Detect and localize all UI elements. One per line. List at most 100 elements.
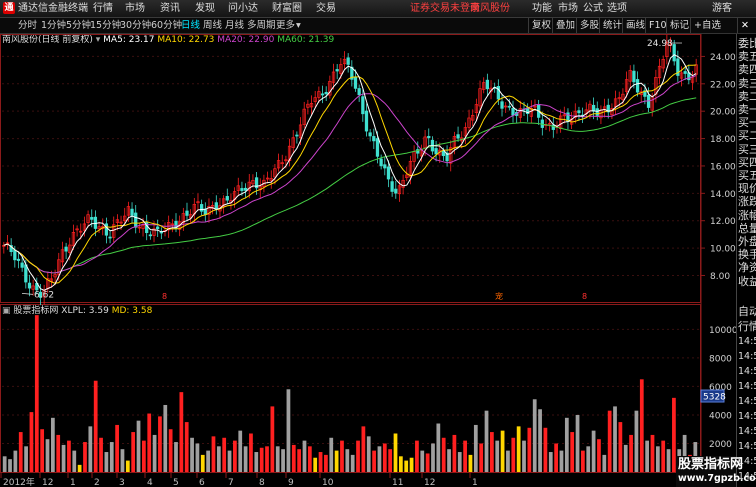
quote-field-label: 现价 [738,182,756,196]
volume-bar [543,427,548,472]
tick-header-label[interactable]: 行情 [738,320,756,333]
period-tab-monthly[interactable]: 月线 [225,19,244,32]
event-marker: 宠 [495,291,503,301]
volume-tick-label: 4000 [709,411,732,421]
menu-discover[interactable]: 发现 [195,2,215,15]
volume-bar [522,440,526,472]
candle-body [16,258,21,261]
low-price-pointer [21,293,34,295]
volume-bar [125,460,130,472]
volume-bar [259,447,264,472]
volume-bar [179,392,184,472]
menu-wealth-circle[interactable]: 财富圈 [272,2,302,15]
volume-bar [88,426,93,472]
candle-body [456,134,460,139]
volume-bar [393,433,398,472]
volume-axis: 1000080006000400020005328 [700,326,736,450]
volume-bar [516,426,521,472]
volume-bar [136,420,141,472]
period-tab-1min[interactable]: 1分钟 [41,19,66,32]
volume-bar [645,440,650,472]
period-tab-30min[interactable]: 30分钟 [120,19,151,32]
candle-body [635,79,640,93]
volume-bar [655,446,660,472]
volume-bar [398,456,403,472]
menu-news[interactable]: 资讯 [160,2,180,15]
volume-bar [479,443,484,472]
volume-bar [468,454,473,472]
period-tab-daily[interactable]: 日线 [181,19,200,32]
kline-chart[interactable]: 24.986.62 8 宠 8 24.0022.0020.0018.0016.0014… [0,34,736,487]
period-tab-15min[interactable]: 15分钟 [90,19,121,32]
volume-bar [425,453,430,472]
volume-bar [238,430,243,472]
volume-bar [227,450,232,472]
volume-bar [329,437,334,472]
period-tab-weekly[interactable]: 周线 [203,19,222,32]
candle-body [24,264,28,283]
close-icon[interactable]: ✕ [737,18,752,33]
volume-bar [34,315,39,472]
overlay-button[interactable]: 叠加 [552,18,578,33]
volume-bar [548,452,553,472]
candle-body [672,44,676,62]
more-dropdown-icon[interactable]: ▾ [296,19,301,32]
volume-bar [639,379,644,472]
date-tick-label: 12 [424,478,435,487]
candle-body [485,79,490,90]
tick-header-label[interactable]: 自动 [738,305,756,318]
volume-bar [613,406,617,472]
volume-bar [77,464,82,472]
price-tick-label: 10.00 [710,245,736,255]
volume-bar [666,449,671,472]
mark-button[interactable]: 标记 [666,18,692,33]
price-tick-label: 16.00 [710,162,736,172]
volume-bar [99,437,103,472]
quote-field-label: 买三 [738,142,756,156]
ma-lines [3,54,697,291]
quote-field-label: 涨跌 [738,195,756,209]
price-axis: 24.00 22.00 20.00 18.00 16.00 14.00 12.00 10.00… [701,53,736,282]
period-tab-timeshare[interactable]: 分时 [18,19,37,32]
candle-body [64,246,68,252]
candle-body [353,76,358,89]
period-tab-multi[interactable]: 多周期 [247,19,276,32]
volume-bar [591,430,596,472]
price-tick-label: 14.00 [710,190,736,200]
candle-body [200,204,204,212]
period-tab-more[interactable]: 更多 [276,19,295,32]
volume-bar [184,422,189,472]
tick-time: 14:50 [738,441,756,452]
user-label[interactable]: 游客 [712,2,732,15]
volume-bar [8,459,12,472]
volume-bar [222,437,227,472]
menu-formula[interactable]: 公式 [583,2,603,15]
menu-trade[interactable]: 交易 [316,2,336,15]
menu-function[interactable]: 功能 [532,2,552,15]
adjust-button[interactable]: 复权 [528,18,554,33]
price-tick-label: 24.00 [710,53,736,63]
menu-ask[interactable]: 问小达 [228,2,258,15]
menu-market-right[interactable]: 市场 [558,2,578,15]
candle-body [104,223,109,236]
volume-bar [441,437,446,472]
price-tick-label: 8.00 [710,272,730,282]
date-tick-label: 10 [322,478,334,487]
menu-options[interactable]: 选项 [607,2,627,15]
menu-market[interactable]: 市场 [125,2,145,15]
volume-bar [538,409,542,472]
volume-bar [29,412,34,472]
add-watchlist-button[interactable]: +自选 [690,18,724,33]
period-tab-60min[interactable]: 60分钟 [151,19,182,32]
price-tick-label: 18.00 [710,135,736,145]
volume-bar [131,432,136,472]
candle-body [375,138,380,157]
candle-body [203,208,207,215]
candle-body [632,70,636,83]
menu-quotes[interactable]: 行情 [93,2,113,15]
volume-bar [206,450,210,472]
period-tab-5min[interactable]: 5分钟 [66,19,91,32]
volume-bar [115,424,119,472]
volume-bar [629,434,633,472]
candle-body [379,158,383,167]
